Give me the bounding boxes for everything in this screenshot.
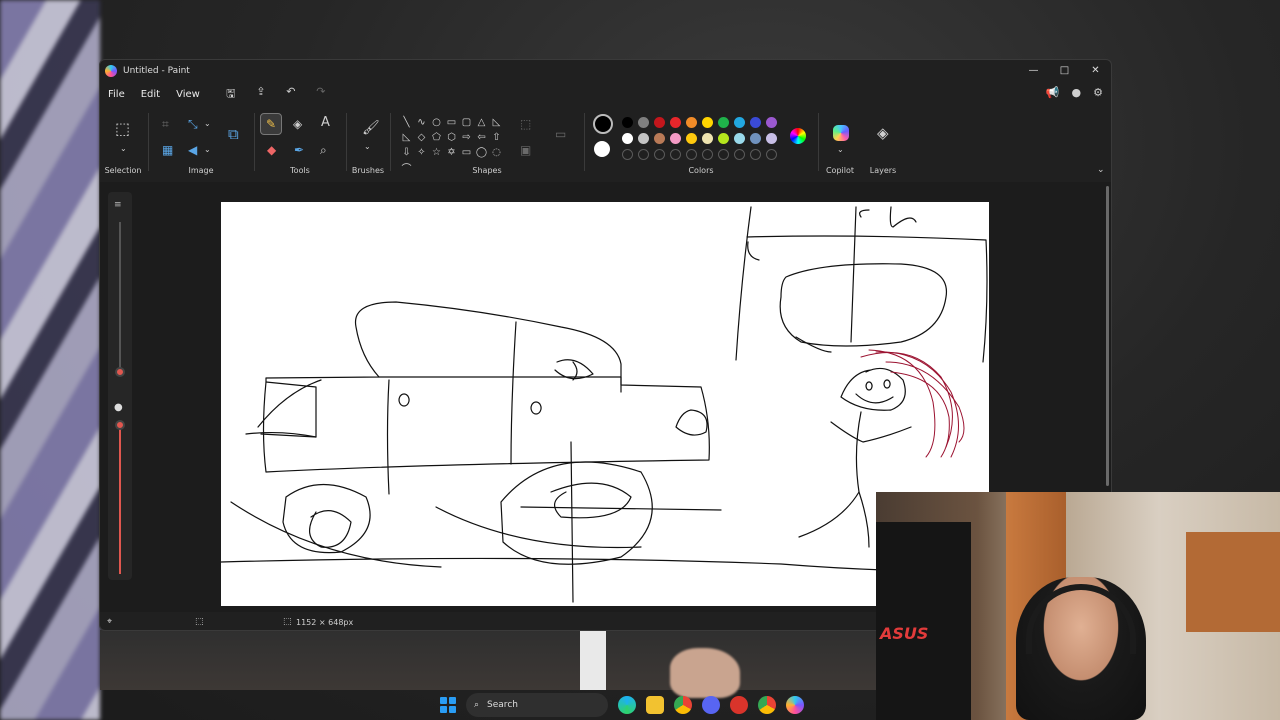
quick-actions: 🖫 ⇪ ↶ ↷ xyxy=(216,85,336,104)
chrome-icon[interactable] xyxy=(674,696,692,714)
webcam-overlay: ASUS xyxy=(876,492,1280,720)
resize-icon[interactable]: ⤡ xyxy=(188,117,198,131)
canvas-size-icon: ⬚ xyxy=(283,617,292,627)
rotate-icon[interactable]: ◀ xyxy=(188,143,197,157)
window-title: Untitled - Paint xyxy=(123,66,190,76)
webcam-shelf xyxy=(1186,532,1280,632)
background-left xyxy=(0,0,100,720)
announcement-icon[interactable]: 📢 xyxy=(1046,86,1060,99)
image-creator-icon[interactable]: ⧉ xyxy=(228,127,239,142)
chevron-down-icon[interactable]: ⌄ xyxy=(204,143,211,157)
crop-icon[interactable]: ⌗ xyxy=(162,117,169,131)
ribbon-separator xyxy=(148,113,149,171)
ribbon-separator xyxy=(346,113,347,171)
ribbon-separator xyxy=(390,113,391,171)
drawing-canvas[interactable] xyxy=(220,202,990,606)
chevron-down-icon[interactable]: ⌄ xyxy=(364,140,371,154)
ribbon-separator xyxy=(584,113,585,171)
layers-label: Layers xyxy=(869,166,897,175)
menu-file[interactable]: File xyxy=(100,89,133,100)
menu-bar: File Edit View 🖫 ⇪ ↶ ↷ 📢 ● ⚙ xyxy=(100,84,1111,104)
tools-label: Tools xyxy=(290,166,310,175)
file-explorer-icon[interactable] xyxy=(646,696,664,714)
webcam-monitor xyxy=(876,522,971,720)
color-picker-icon[interactable]: ✒ xyxy=(294,143,304,157)
window-controls: — □ ✕ xyxy=(1018,60,1111,80)
group-selection: ⬚ ⌄ Selection xyxy=(100,107,146,179)
copilot-label: Copilot xyxy=(825,166,855,175)
undo-icon[interactable]: ↶ xyxy=(276,85,306,104)
settings-gear-icon[interactable]: ⚙ xyxy=(1093,86,1103,99)
selection-rectangle-icon[interactable]: ⬚ xyxy=(115,121,130,137)
discord-icon[interactable] xyxy=(702,696,720,714)
vertical-scrollbar[interactable] xyxy=(1106,186,1109,486)
save-icon[interactable]: 🖫 xyxy=(216,85,246,104)
opacity-slider-knob[interactable] xyxy=(115,420,125,430)
group-image: ⌗ ⤡ ⌄ ▦ ◀ ⌄ ⧉ Image xyxy=(150,107,252,179)
edge-icon[interactable] xyxy=(618,696,636,714)
title-bar[interactable]: Untitled - Paint — □ ✕ xyxy=(100,60,1111,82)
close-button[interactable]: ✕ xyxy=(1080,60,1111,80)
size-slider-knob[interactable] xyxy=(115,367,125,377)
brush-settings-panel: ≡ ● xyxy=(108,192,132,580)
image-label: Image xyxy=(188,166,214,175)
red-hair-strokes xyxy=(860,349,965,458)
share-icon[interactable]: ⇪ xyxy=(246,85,276,104)
fill-bucket-icon[interactable]: ◈ xyxy=(293,117,302,131)
background-bottom xyxy=(100,630,880,698)
group-brushes: 🖌 ⌄ Brushes xyxy=(348,107,388,179)
group-layers: Layers xyxy=(862,107,904,179)
menu-edit[interactable]: Edit xyxy=(133,89,168,100)
start-button-windows-icon[interactable] xyxy=(440,697,456,713)
menu-right-icons: 📢 ● ⚙ xyxy=(1046,86,1103,99)
maximize-button[interactable]: □ xyxy=(1049,60,1080,80)
chrome-profile-icon[interactable] xyxy=(758,696,776,714)
ribbon: ⬚ ⌄ Selection ⌗ ⤡ ⌄ ▦ ◀ ⌄ ⧉ Image Tools … xyxy=(100,107,1111,179)
remove-background-icon[interactable]: ▦ xyxy=(162,143,173,157)
eraser-icon[interactable]: ◆ xyxy=(267,143,276,157)
redo-icon[interactable]: ↷ xyxy=(306,85,336,104)
brush-icon[interactable]: 🖌 xyxy=(362,121,380,135)
pencil-icon: ✎ xyxy=(266,117,277,131)
ribbon-separator xyxy=(818,113,819,171)
chevron-down-icon[interactable]: ⌄ xyxy=(120,142,127,156)
group-copilot: Copilot xyxy=(820,107,860,179)
account-icon[interactable]: ● xyxy=(1072,86,1082,99)
cursor-position-icon: ⌖ xyxy=(107,617,113,627)
text-tool-icon[interactable]: A xyxy=(321,116,330,130)
size-slider-track[interactable] xyxy=(119,222,121,372)
search-icon: ⌕ xyxy=(474,700,480,710)
taskbar-search[interactable]: ⌕ Search xyxy=(466,693,608,717)
shapes-label: Shapes xyxy=(472,166,502,175)
group-shapes: Shapes xyxy=(392,107,582,179)
colors-label: Colors xyxy=(688,166,714,175)
minimize-button[interactable]: — xyxy=(1018,60,1049,80)
chevron-down-icon[interactable]: ⌄ xyxy=(204,117,211,131)
selection-label: Selection xyxy=(104,166,142,175)
group-colors: Colors xyxy=(586,107,816,179)
ribbon-separator xyxy=(254,113,255,171)
opacity-drop-icon: ● xyxy=(114,402,123,413)
selection-size-icon: ⬚ xyxy=(195,617,204,627)
taskbar: ⌕ Search xyxy=(440,690,840,720)
webcam-asus-logo: ASUS xyxy=(880,624,929,643)
ribbon-collapse-chevron-icon[interactable]: ⌄ xyxy=(1097,163,1105,177)
menu-view[interactable]: View xyxy=(168,89,208,100)
recording-app-icon[interactable] xyxy=(730,696,748,714)
opacity-slider-track[interactable] xyxy=(119,424,121,574)
brushes-label: Brushes xyxy=(351,166,385,175)
search-label: Search xyxy=(487,700,518,710)
magnifier-icon[interactable]: ⌕ xyxy=(320,143,327,157)
canvas-size-text: 1152 × 648px xyxy=(296,617,354,627)
brush-size-icon: ≡ xyxy=(114,200,122,210)
paint-taskbar-icon[interactable] xyxy=(786,696,804,714)
background-object xyxy=(580,630,606,690)
paint-app-icon xyxy=(105,65,117,77)
